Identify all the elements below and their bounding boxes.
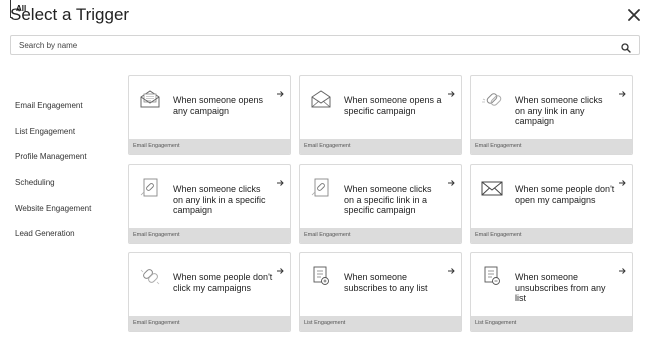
trigger-card-clicks-specific-link-specific-campaign[interactable]: When someone clicks on a specific link i… (299, 164, 462, 244)
link-document-icon (138, 177, 162, 199)
sidebar-item-list-engagement[interactable]: List Engagement (10, 123, 75, 141)
trigger-card-title: When someone opens any campaign (173, 95, 264, 116)
trigger-card-unsubscribes-any-list[interactable]: When someone unsubscribes from any list … (470, 252, 633, 332)
sidebar-item-scheduling[interactable]: Scheduling (10, 174, 55, 192)
arrow-right-icon (276, 174, 284, 186)
sidebar-item-email-engagement[interactable]: Email Engagement (10, 97, 83, 115)
trigger-card-opens-specific-campaign[interactable]: When someone opens a specific campaign E… (299, 75, 462, 155)
arrow-right-icon (618, 174, 626, 186)
trigger-card-category: Email Engagement (471, 228, 632, 243)
arrow-right-icon (447, 85, 455, 97)
trigger-card-title: When some people don't open my campaigns (515, 184, 615, 205)
arrow-right-icon (447, 174, 455, 186)
trigger-card-subscribes-any-list[interactable]: When someone subscribes to any list List… (299, 252, 462, 332)
trigger-card-category: Email Engagement (471, 139, 632, 154)
trigger-card-title: When someone unsubscribes from any list (515, 272, 606, 303)
search-box (10, 35, 640, 55)
trigger-card-category: List Engagement (300, 316, 461, 331)
trigger-card-title: When someone opens a specific campaign (344, 95, 442, 116)
trigger-card-category: Email Engagement (129, 316, 290, 331)
search-input[interactable] (11, 36, 611, 54)
arrow-right-icon (618, 262, 626, 274)
trigger-card-category: Email Engagement (300, 139, 461, 154)
trigger-card-dont-click-campaigns[interactable]: When some people don't click my campaign… (128, 252, 291, 332)
sidebar-item-website-engagement[interactable]: Website Engagement (10, 200, 91, 218)
trigger-card-title: When someone clicks on a specific link i… (344, 184, 432, 215)
arrow-right-icon (276, 262, 284, 274)
link-icon (480, 88, 504, 110)
trigger-card-clicks-any-link-any-campaign[interactable]: When someone clicks on any link in any c… (470, 75, 633, 155)
trigger-card-dont-open-campaigns[interactable]: When some people don't open my campaigns… (470, 164, 633, 244)
arrow-right-icon (618, 85, 626, 97)
trigger-card-category: List Engagement (471, 316, 632, 331)
trigger-card-title: When someone clicks on any link in a spe… (173, 184, 266, 215)
trigger-card-clicks-any-link-specific-campaign[interactable]: When someone clicks on any link in a spe… (128, 164, 291, 244)
arrow-right-icon (447, 262, 455, 274)
trigger-card-category: Email Engagement (129, 228, 290, 243)
sidebar-item-profile-management[interactable]: Profile Management (10, 148, 87, 166)
open-envelope-icon (138, 88, 162, 110)
search-icon[interactable] (621, 40, 631, 53)
close-icon[interactable] (626, 7, 642, 23)
trigger-card-category: Email Engagement (300, 228, 461, 243)
open-envelope-icon (309, 88, 333, 110)
list-remove-icon (480, 265, 504, 287)
closed-envelope-icon (480, 177, 504, 199)
trigger-card-title: When someone clicks on any link in any c… (515, 95, 603, 126)
broken-link-icon (138, 265, 162, 287)
arrow-right-icon (276, 85, 284, 97)
trigger-card-title: When some people don't click my campaign… (173, 272, 273, 293)
trigger-card-opens-any-campaign[interactable]: When someone opens any campaign Email En… (128, 75, 291, 155)
sidebar-item-lead-generation[interactable]: Lead Generation (10, 225, 75, 243)
trigger-card-category: Email Engagement (129, 139, 290, 154)
list-add-icon (309, 265, 333, 287)
link-document-icon (309, 177, 333, 199)
page-title: Select a Trigger (10, 5, 130, 24)
trigger-card-title: When someone subscribes to any list (344, 272, 428, 293)
sidebar-item-all[interactable]: All (10, 0, 26, 18)
